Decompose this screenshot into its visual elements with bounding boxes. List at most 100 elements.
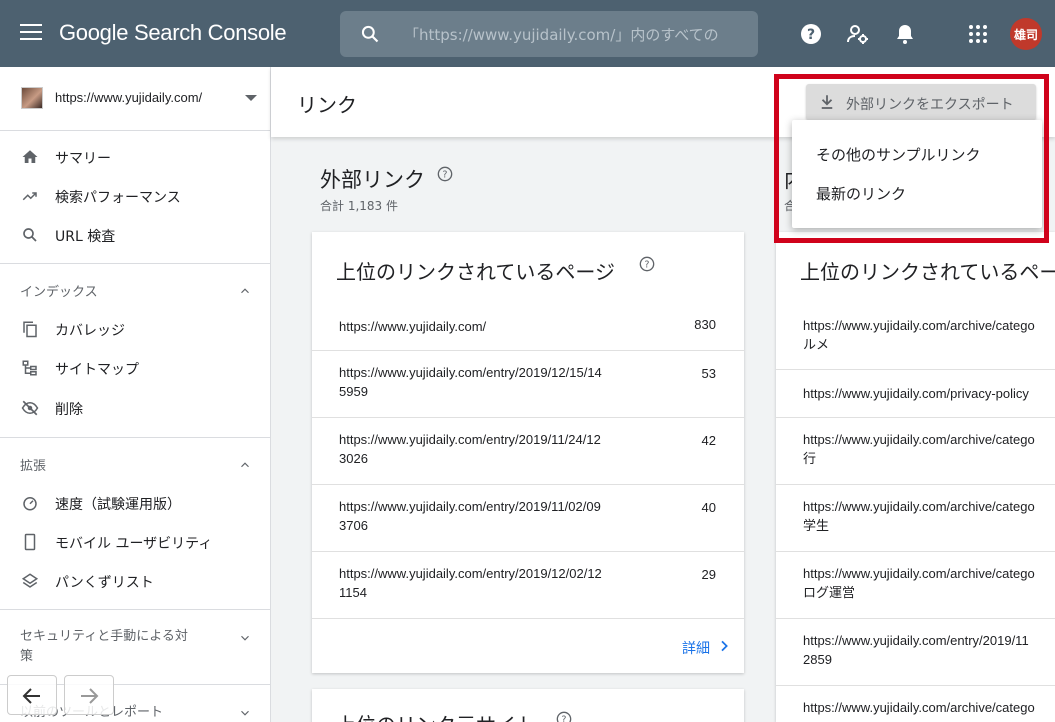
top-linking-sites-card: 上位のリンク元サイト ? xyxy=(312,689,744,722)
menu-icon[interactable] xyxy=(20,24,42,42)
row-url-line2: 学生 xyxy=(803,518,830,533)
sidebar-item-label: 検索パフォーマンス xyxy=(55,190,181,206)
sidebar-item-coverage[interactable]: カバレッジ xyxy=(0,311,271,347)
row-count: 830 xyxy=(694,317,716,332)
search-icon xyxy=(23,228,37,242)
forward-button[interactable] xyxy=(64,675,114,715)
details-link[interactable]: 詳細 xyxy=(682,638,710,658)
chevron-right-icon[interactable] xyxy=(716,638,732,654)
menu-item-label: その他のサンプルリンク xyxy=(816,146,981,164)
section-enhancements[interactable]: 拡張 xyxy=(0,444,271,484)
sidebar-item-label: カバレッジ xyxy=(55,323,125,339)
svg-text:?: ? xyxy=(443,169,448,180)
help-outline-icon[interactable]: ? xyxy=(556,711,572,722)
row-url: https://www.yujidaily.com/ xyxy=(339,319,487,334)
sidebar-item-label: サイトマップ xyxy=(55,362,139,378)
app-bar: Google Search Console 「https://www.yujid… xyxy=(0,0,1055,67)
top-linked-pages-card: 上位のリンクされているページ ? https://www.yujidaily.c… xyxy=(312,232,744,673)
sidebar-item-label: 速度（試験運用版） xyxy=(55,497,181,513)
row-url-line2: 1154 xyxy=(339,585,367,600)
external-links-title: 外部リンク xyxy=(320,168,425,192)
table-row[interactable]: https://www.yujidaily.com/privacy-policy xyxy=(776,369,1055,417)
sidebar-item-performance[interactable]: 検索パフォーマンス xyxy=(0,178,271,214)
section-label: 拡張 xyxy=(20,459,47,474)
table-row[interactable]: https://www.yujidaily.com/entry/2019/12/… xyxy=(312,551,744,618)
section-label: セキュリティと手動による対策 xyxy=(20,629,188,664)
sidebar-item-mobile-usability[interactable]: モバイル ユーザビリティ xyxy=(0,524,271,560)
help-outline-icon[interactable]: ? xyxy=(437,166,453,182)
search-icon xyxy=(361,25,379,43)
row-url-line1: https://www.yujidaily.com/entry/2019/12/… xyxy=(339,365,602,380)
row-url-line1: https://www.yujidaily.com/archive/catego xyxy=(803,318,1035,333)
table-row[interactable]: https://www.yujidaily.com/archive/catego… xyxy=(776,551,1055,618)
dropdown-arrow-icon[interactable] xyxy=(245,95,257,101)
table-row[interactable]: https://www.yujidaily.com/archive/catego xyxy=(776,685,1055,722)
table-row[interactable]: https://www.yujidaily.com/entry/2019/11 2… xyxy=(776,618,1055,685)
svg-text:?: ? xyxy=(562,714,567,722)
search-input[interactable]: 「https://www.yujidaily.com/」内のすべての xyxy=(404,24,719,45)
sidebar-item-summary[interactable]: サマリー xyxy=(0,139,271,175)
external-links-total: 合計 1,183 件 xyxy=(320,199,398,213)
row-url: https://www.yujidaily.com/archive/catego… xyxy=(803,316,1035,354)
search-box[interactable]: 「https://www.yujidaily.com/」内のすべての xyxy=(340,11,758,57)
sidebar-item-url-inspection[interactable]: URL 検査 xyxy=(0,217,271,253)
export-label: 外部リンクをエクスポート xyxy=(846,97,1014,113)
sidebar-item-breadcrumbs[interactable]: パンくずリスト xyxy=(0,563,271,599)
table-row[interactable]: https://www.yujidaily.com/archive/catego… xyxy=(776,417,1055,484)
row-url-line1: https://www.yujidaily.com/entry/2019/11 xyxy=(803,633,1029,648)
row-count: 29 xyxy=(701,567,716,582)
row-url-line1: https://www.yujidaily.com/archive/catego xyxy=(803,499,1035,514)
card-footer: 詳細 xyxy=(312,618,744,673)
card-title: 上位のリンクされているペー xyxy=(800,260,1055,284)
row-count: 42 xyxy=(701,433,716,448)
sidebar-item-speed[interactable]: 速度（試験運用版） xyxy=(0,485,271,521)
menu-item-more-sample-links[interactable]: その他のサンプルリンク xyxy=(792,133,1042,173)
internal-top-linked-pages-card: 上位のリンクされているペー https://www.yujidaily.com/… xyxy=(776,232,1055,722)
divider xyxy=(0,263,271,264)
home-icon xyxy=(22,150,38,163)
app-brand[interactable]: Google Search Console xyxy=(59,20,287,46)
layers-icon xyxy=(21,573,39,588)
row-url-line1: https://www.yujidaily.com/archive/catego xyxy=(803,566,1035,581)
back-button[interactable] xyxy=(7,675,57,715)
export-external-links-button[interactable]: 外部リンクをエクスポート xyxy=(806,84,1036,120)
section-index[interactable]: インデックス xyxy=(0,270,271,310)
table-row[interactable]: https://www.yujidaily.com/entry/2019/11/… xyxy=(312,484,744,551)
copy-icon xyxy=(23,321,37,338)
menu-item-latest-links[interactable]: 最新のリンク xyxy=(792,172,1042,212)
smartphone-icon xyxy=(24,533,36,551)
bell-icon[interactable] xyxy=(893,22,917,46)
chevron-down-icon[interactable] xyxy=(238,631,252,645)
row-url: https://www.yujidaily.com/entry/2019/12/… xyxy=(339,363,602,401)
row-url-line1: https://www.yujidaily.com/entry/2019/11/… xyxy=(339,432,601,447)
help-icon[interactable]: ? xyxy=(799,22,823,46)
row-url-line2: 3026 xyxy=(339,451,368,466)
chevron-up-icon[interactable] xyxy=(238,284,252,298)
avatar[interactable]: 雄司 xyxy=(1010,18,1042,50)
row-url-line1: https://www.yujidaily.com/archive/catego xyxy=(803,432,1035,447)
divider xyxy=(0,609,271,610)
row-url-line2: 3706 xyxy=(339,518,368,533)
page-title: リンク xyxy=(297,93,357,117)
sidebar-item-removals[interactable]: 削除 xyxy=(0,390,271,426)
section-label: インデックス xyxy=(20,285,98,300)
card-title: 上位のリンクされているページ xyxy=(336,260,615,284)
trending-up-icon xyxy=(22,192,37,201)
sitemap-icon xyxy=(22,360,37,376)
property-selector[interactable]: https://www.yujidaily.com/ xyxy=(0,67,271,131)
table-row[interactable]: https://www.yujidaily.com/archive/catego… xyxy=(776,484,1055,551)
table-row[interactable]: https://www.yujidaily.com/entry/2019/11/… xyxy=(312,417,744,484)
sidebar-item-sitemaps[interactable]: サイトマップ xyxy=(0,350,271,386)
chevron-up-icon[interactable] xyxy=(238,458,252,472)
row-url: https://www.yujidaily.com/archive/catego… xyxy=(803,564,1035,602)
apps-icon[interactable] xyxy=(966,22,990,46)
chevron-down-icon[interactable] xyxy=(238,706,252,720)
section-security[interactable]: セキュリティと手動による対策 xyxy=(0,617,271,669)
row-url-line1: https://www.yujidaily.com/entry/2019/12/… xyxy=(339,566,602,581)
admin-settings-icon[interactable] xyxy=(846,22,870,46)
table-row[interactable]: https://www.yujidaily.com/entry/2019/12/… xyxy=(312,350,744,417)
table-row[interactable]: https://www.yujidaily.com/ 830 xyxy=(312,302,744,350)
table-row[interactable]: https://www.yujidaily.com/archive/catego… xyxy=(776,302,1055,369)
row-url: https://www.yujidaily.com/archive/catego… xyxy=(803,497,1035,535)
help-outline-icon[interactable]: ? xyxy=(639,256,655,272)
